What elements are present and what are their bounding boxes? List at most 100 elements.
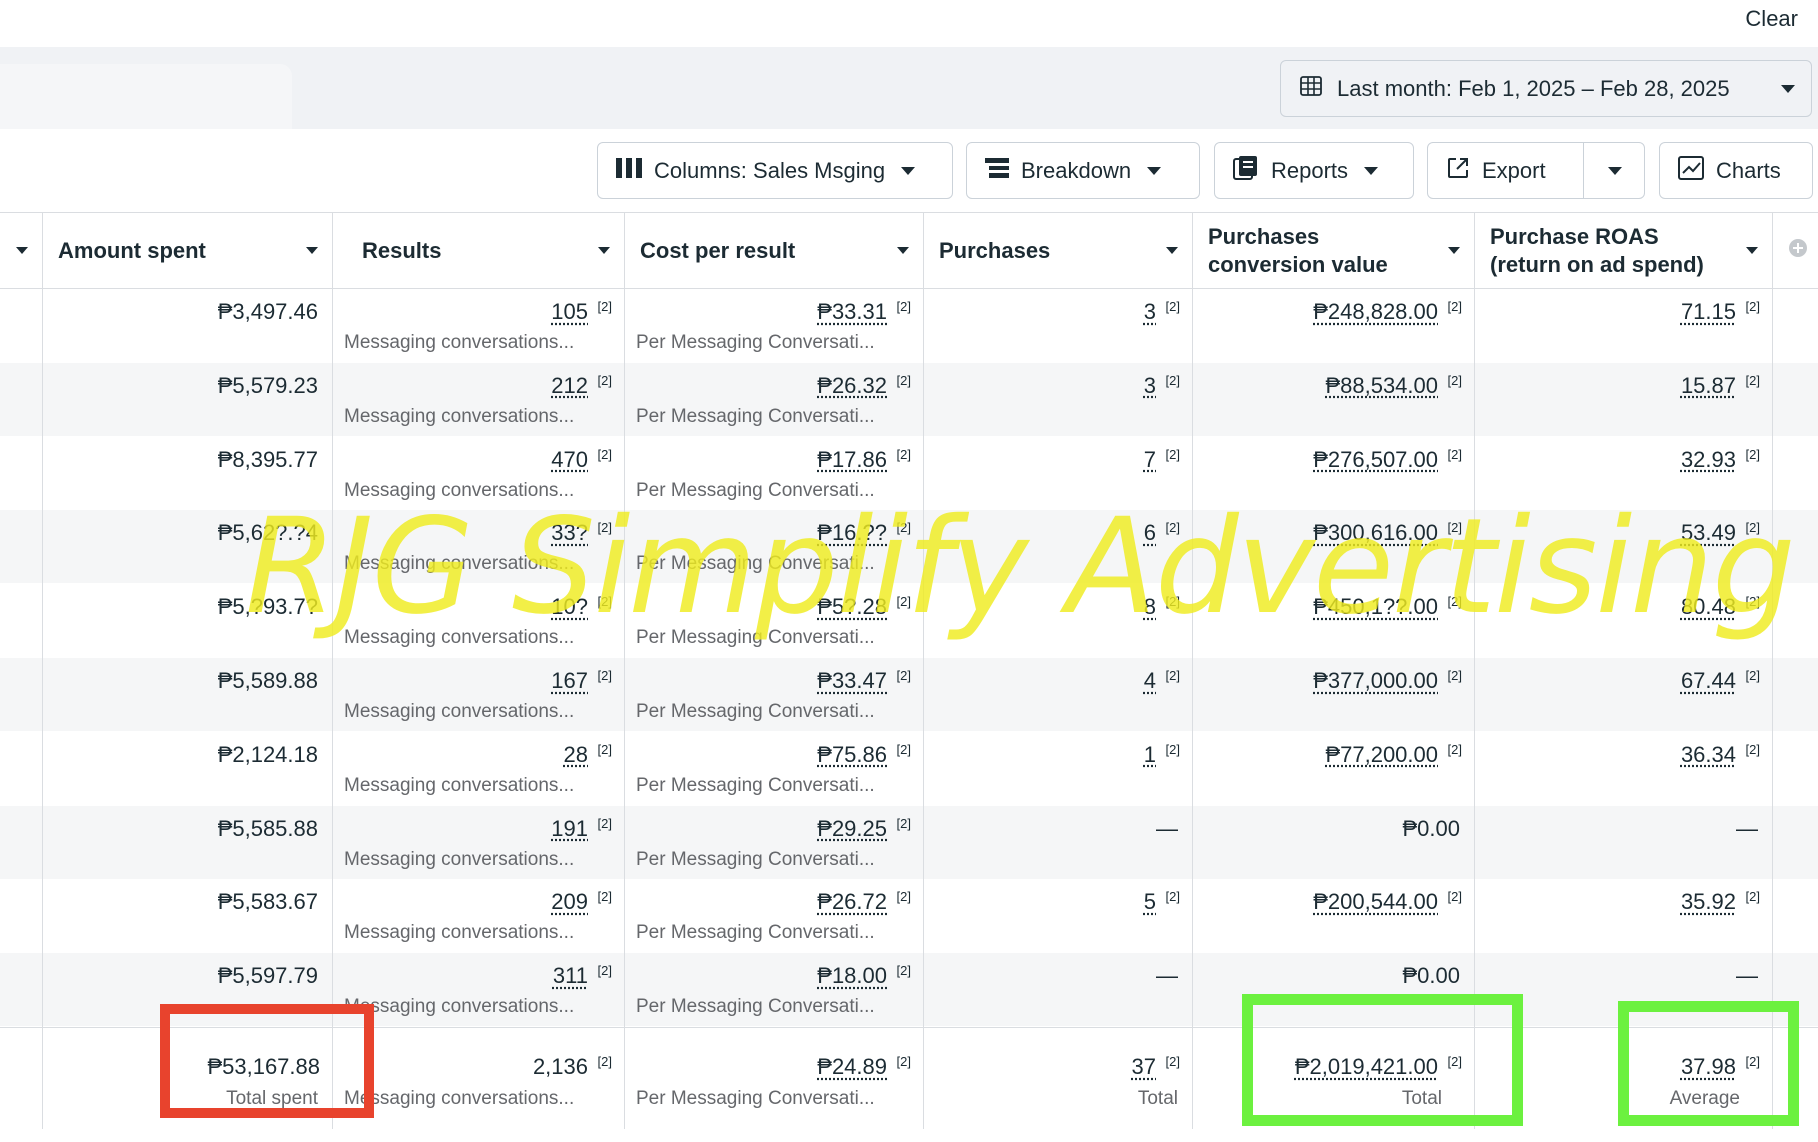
cell-results: 33? [2] Messaging conversations... bbox=[332, 510, 624, 583]
cell-results: 212 [2] Messaging conversations... bbox=[332, 363, 624, 436]
header-results[interactable]: Results bbox=[332, 213, 624, 288]
tab-panel[interactable] bbox=[0, 64, 292, 129]
cell-value[interactable]: 3 bbox=[1144, 299, 1156, 325]
cell-value[interactable]: 33? bbox=[551, 520, 588, 546]
table-row[interactable]: ₱5,579.23 212 [2] Messaging conversations..… bbox=[0, 362, 1818, 436]
cell-value[interactable]: ₱377,000.00 bbox=[1313, 668, 1438, 694]
cell-value[interactable]: 311 bbox=[553, 963, 588, 989]
table-row[interactable]: ₱5,583.67 209 [2] Messaging conversations..… bbox=[0, 879, 1818, 952]
cell-value[interactable]: 8 bbox=[1144, 594, 1156, 620]
reference-mark: [2] bbox=[597, 520, 612, 536]
reference-mark: [2] bbox=[1745, 520, 1760, 536]
cell-value[interactable]: 167 bbox=[551, 668, 588, 694]
reference-mark: [2] bbox=[1165, 372, 1180, 388]
reference-mark: [2] bbox=[1165, 299, 1180, 314]
cell-value[interactable]: 212 bbox=[551, 373, 588, 399]
reference-mark: [2] bbox=[597, 889, 612, 905]
cell-value[interactable]: ₱17.86 bbox=[817, 447, 887, 473]
date-range-button[interactable]: Last month: Feb 1, 2025 – Feb 28, 2025 bbox=[1280, 60, 1812, 117]
cell-value[interactable]: 209 bbox=[551, 889, 588, 915]
cell-value[interactable]: ₱248,828.00 bbox=[1313, 299, 1438, 325]
table-row[interactable]: ₱8,395.77 470 [2] Messaging conversations..… bbox=[0, 437, 1818, 510]
cell-value[interactable]: 53.49 bbox=[1681, 520, 1736, 546]
cell-value[interactable]: 1 bbox=[1144, 742, 1156, 768]
export-icon bbox=[1446, 156, 1470, 186]
cell-value[interactable]: ₱450,1??.00 bbox=[1313, 594, 1438, 620]
columns-icon bbox=[616, 157, 642, 185]
data-table: Amount spent Results Cost per result Pur… bbox=[0, 212, 1818, 1142]
cell-value[interactable]: ₱26.32 bbox=[817, 373, 887, 399]
cell-value[interactable]: ₱77,200.00 bbox=[1325, 742, 1438, 768]
cell-value[interactable]: 35.92 bbox=[1681, 889, 1736, 915]
header-purchase-roas[interactable]: Purchase ROAS (return on ad spend) bbox=[1474, 213, 1772, 288]
columns-button[interactable]: Columns: Sales Msging bbox=[597, 142, 953, 199]
table-row[interactable]: ₱5,589.88 167 [2] Messaging conversations..… bbox=[0, 658, 1818, 731]
cell-value[interactable]: 28 bbox=[564, 742, 588, 768]
cell-value[interactable]: 7 bbox=[1144, 447, 1156, 473]
cell-value[interactable]: 36.34 bbox=[1681, 742, 1736, 768]
header-cost-per-result[interactable]: Cost per result bbox=[624, 213, 923, 288]
cell-value[interactable]: ₱300,616.00 bbox=[1313, 520, 1438, 546]
prev-column-header[interactable] bbox=[0, 213, 42, 288]
cell-value[interactable]: ₱200,544.00 bbox=[1313, 889, 1438, 915]
cell-value[interactable]: 191 bbox=[551, 816, 588, 842]
cell-value[interactable]: ₱5?.28 bbox=[817, 594, 887, 620]
cell-value[interactable]: 15.87 bbox=[1681, 373, 1736, 399]
reference-mark: [2] bbox=[1165, 446, 1180, 462]
cell-spent: ₱5,583.67 bbox=[42, 879, 332, 952]
cell-value[interactable]: ₱18.00 bbox=[817, 963, 887, 989]
cell-spent: ₱5,589.88 bbox=[42, 658, 332, 731]
cell-value[interactable]: 5 bbox=[1144, 889, 1156, 915]
header-amount-spent[interactable]: Amount spent bbox=[42, 213, 332, 288]
column-divider bbox=[1474, 212, 1475, 1129]
cell-value[interactable]: ₱75.86 bbox=[817, 742, 887, 768]
cell-value[interactable]: ₱276,507.00 bbox=[1313, 447, 1438, 473]
cell-spent: ₱5,?93.7? bbox=[42, 584, 332, 657]
reference-mark: [2] bbox=[1165, 741, 1180, 757]
reference-mark: [2] bbox=[1165, 594, 1180, 610]
cell-value[interactable]: 4 bbox=[1144, 668, 1156, 694]
reports-button[interactable]: Reports bbox=[1214, 142, 1414, 199]
table-row[interactable]: ₱2,124.18 28 [2] Messaging conversations...… bbox=[0, 732, 1818, 805]
cell-value[interactable]: ₱16.?? bbox=[817, 520, 887, 546]
cell-roas: — bbox=[1474, 806, 1772, 879]
cell-value[interactable]: ₱29.25 bbox=[817, 816, 887, 842]
cell-value[interactable]: 71.15 bbox=[1681, 299, 1736, 325]
cell-value[interactable]: 80.48 bbox=[1681, 594, 1736, 620]
export-options-button[interactable] bbox=[1584, 143, 1646, 198]
cell-value[interactable]: 6 bbox=[1144, 520, 1156, 546]
table-row[interactable]: ₱5,62?.?4 33? [2] Messaging conversations..… bbox=[0, 510, 1818, 584]
chevron-down-icon bbox=[1781, 84, 1795, 93]
cell-value[interactable]: ₱88,534.00 bbox=[1325, 373, 1438, 399]
cell-value: ₱5,62?.?4 bbox=[217, 520, 318, 546]
table-row[interactable]: ₱5,585.88 191 [2] Messaging conversations..… bbox=[0, 805, 1818, 879]
column-divider bbox=[332, 212, 333, 1129]
cell-value[interactable]: ₱33.31 bbox=[817, 299, 887, 325]
cell-value[interactable]: 10? bbox=[551, 594, 588, 620]
table-row[interactable]: ₱3,497.46 105 [2] Messaging conversations..… bbox=[0, 289, 1818, 362]
header-conversion-value[interactable]: Purchases conversion value bbox=[1192, 213, 1474, 288]
export-button[interactable]: Export bbox=[1428, 143, 1583, 198]
cell-value[interactable]: ₱26.72 bbox=[817, 889, 887, 915]
totals-row: ₱53,167.88 Total spent 2,136 [2] Messagi… bbox=[0, 1027, 1818, 1142]
charts-button[interactable]: Charts bbox=[1659, 142, 1813, 199]
cell-value[interactable]: ₱33.47 bbox=[817, 668, 887, 694]
cell-value[interactable]: 470 bbox=[551, 447, 588, 473]
cell-value[interactable]: 67.44 bbox=[1681, 668, 1736, 694]
cell-value[interactable]: 32.93 bbox=[1681, 447, 1736, 473]
table-row[interactable]: ₱5,?93.7? 10? [2] Messaging conversations..… bbox=[0, 584, 1818, 657]
cell-subtext: Messaging conversations... bbox=[344, 996, 575, 1018]
export-label: Export bbox=[1482, 157, 1546, 183]
breakdown-button[interactable]: Breakdown bbox=[966, 142, 1200, 199]
header-purchases[interactable]: Purchases bbox=[923, 213, 1192, 288]
clear-button[interactable]: Clear bbox=[1745, 6, 1798, 32]
reference-mark: [2] bbox=[896, 520, 911, 536]
cell-value[interactable]: 3 bbox=[1144, 373, 1156, 399]
cell-subtext: Messaging conversations... bbox=[344, 627, 575, 649]
cell-results: 28 [2] Messaging conversations... bbox=[332, 732, 624, 805]
table-row[interactable]: ₱5,597.79 311 [2] Messaging conversations..… bbox=[0, 953, 1818, 1027]
cell-cpr: ₱5?.28 [2] Per Messaging Conversati... bbox=[624, 584, 923, 657]
add-column-button[interactable] bbox=[1772, 213, 1818, 288]
cell-value: ₱5,?93.7? bbox=[217, 594, 318, 620]
cell-value[interactable]: 105 bbox=[551, 299, 588, 325]
